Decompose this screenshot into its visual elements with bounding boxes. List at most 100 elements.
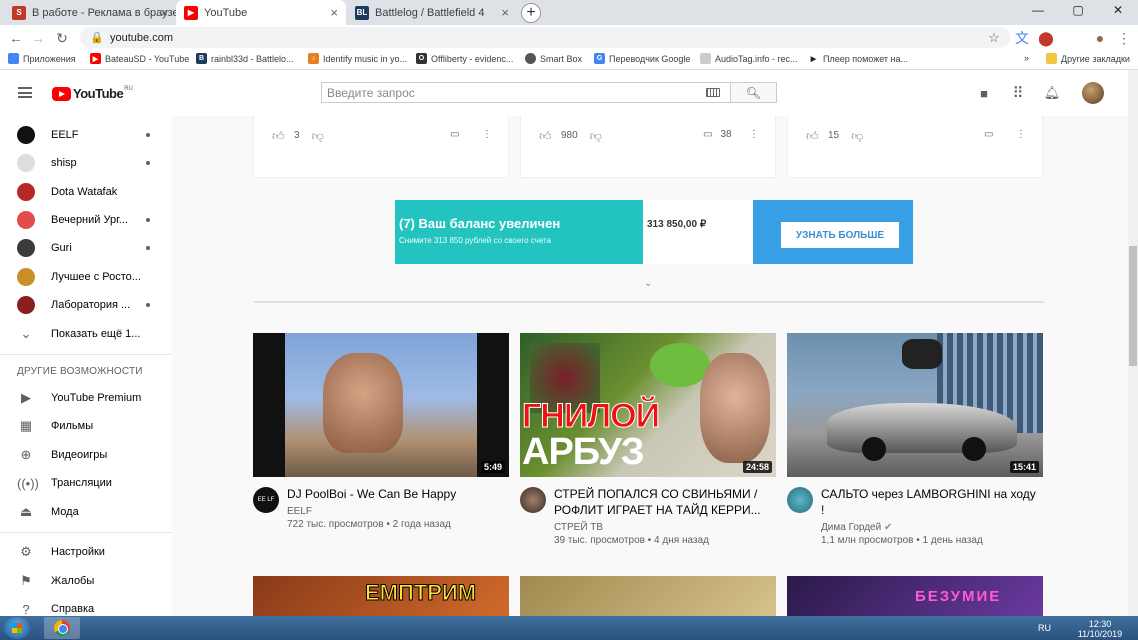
video-thumbnail[interactable]: 15:41: [787, 333, 1043, 477]
video-card[interactable]: 👍︎ 15 👎︎ ▭ ⋮: [787, 116, 1043, 178]
ad-banner[interactable]: (7) Ваш баланс увеличен Снимите 313 850 …: [395, 200, 913, 264]
url-input[interactable]: 🔒 youtube.com: [80, 27, 1010, 48]
scrollbar-thumb[interactable]: [1129, 246, 1137, 366]
sidebar-item-films[interactable]: ▦ Фильмы: [0, 412, 172, 440]
video-duration: 5:49: [480, 461, 505, 473]
page-scrollbar[interactable]: [1128, 70, 1138, 616]
sidebar-subscription[interactable]: EELF: [0, 121, 172, 149]
video-meta: 39 тыс. просмотров • 4 дня назад: [554, 535, 709, 546]
maximize-button[interactable]: ▢: [1058, 0, 1098, 20]
video-thumbnail[interactable]: [520, 576, 776, 616]
tab-favicon-icon: S: [12, 5, 26, 20]
bookmarks-overflow-button[interactable]: »: [1024, 53, 1029, 63]
menu-dots-icon[interactable]: ⋮: [1114, 28, 1134, 48]
video-thumbnail[interactable]: ЕМПТРИМ: [253, 576, 509, 616]
channel-avatar: [17, 268, 35, 286]
channel-avatar[interactable]: [787, 487, 813, 513]
hamburger-menu-icon[interactable]: [18, 87, 32, 98]
comment-icon[interactable]: ▭: [450, 129, 459, 140]
sidebar-subscription[interactable]: Лаборатория ...: [0, 291, 172, 319]
minimize-button[interactable]: —: [1018, 0, 1058, 20]
youtube-icon: ▶: [21, 390, 31, 405]
bookmark-item[interactable]: ▶ Плеер поможет на...: [808, 53, 908, 64]
star-icon[interactable]: ☆: [984, 28, 1004, 48]
video-thumbnail[interactable]: БЕЗУМИЕ: [787, 576, 1043, 616]
other-bookmarks[interactable]: Другие закладки: [1046, 53, 1130, 64]
bookmark-item[interactable]: O Offliberty - evidenc...: [416, 53, 513, 64]
taskbar-chrome[interactable]: [44, 617, 80, 639]
extension-icon[interactable]: ⬤: [1036, 28, 1056, 48]
chevron-down-icon[interactable]: ⌄: [644, 278, 652, 289]
bookmark-item[interactable]: G Переводчик Google: [594, 53, 690, 64]
video-title[interactable]: СТРЕЙ ПОПАЛСЯ СО СВИНЬЯМИ / РОФЛИТ ИГРАЕ…: [554, 486, 774, 518]
sidebar-item-fashion[interactable]: ⏏ Мода: [0, 498, 172, 526]
thumbs-down-icon[interactable]: 👎︎: [590, 129, 604, 143]
tab-battlelog[interactable]: BL Battlelog / Battlefield 4 ×: [347, 0, 517, 25]
ad-subline: Снимите 313 850 рублей со своего счета: [399, 236, 552, 245]
thumbs-down-icon[interactable]: 👎︎: [851, 129, 865, 143]
video-title[interactable]: DJ PoolBoi - We Can Be Happy: [287, 486, 507, 502]
thumbs-down-icon[interactable]: 👎︎: [312, 129, 326, 143]
show-more-button[interactable]: ⌄ Показать ещё 1...: [0, 320, 172, 348]
comment-icon[interactable]: ▭: [984, 129, 993, 140]
video-title[interactable]: САЛЬТО через LAMBORGHINI на ходу !: [821, 486, 1041, 518]
more-dots-icon[interactable]: ⋮: [1016, 129, 1026, 140]
bookmark-item[interactable]: ♪ Identify music in yo...: [308, 53, 407, 64]
video-thumbnail[interactable]: 5:49: [253, 333, 509, 477]
video-card[interactable]: 👍︎ 980 👎︎ ▭ 38 ⋮: [520, 116, 776, 178]
thumbs-up-icon[interactable]: 👍︎: [539, 129, 553, 143]
video-card[interactable]: 👍︎ 3 👎︎ ▭ ⋮: [253, 116, 509, 178]
bookmark-item[interactable]: ▶ BateauSD - YouTube: [90, 53, 189, 64]
forward-arrow-icon[interactable]: →: [28, 28, 48, 48]
sidebar-item-settings[interactable]: ⚙ Настройки: [0, 538, 172, 566]
bookmark-item[interactable]: Smart Box: [525, 53, 582, 64]
ad-learn-more-button[interactable]: УЗНАТЬ БОЛЬШЕ: [781, 222, 899, 248]
bookmark-item[interactable]: AudioTag.info - rec...: [700, 53, 798, 64]
thumbnail-text: АРБУЗ: [522, 431, 645, 473]
more-dots-icon[interactable]: ⋮: [482, 129, 492, 140]
keyboard-icon[interactable]: [706, 88, 720, 97]
search-button[interactable]: 🔍︎: [731, 82, 777, 103]
video-thumbnail[interactable]: ГНИЛОЙ АРБУЗ 24:58: [520, 333, 776, 477]
clock[interactable]: 12:30 11/10/2019: [1072, 619, 1128, 639]
apps-grid-icon[interactable]: ⠿: [1010, 85, 1026, 102]
window-close-button[interactable]: ✕: [1098, 0, 1138, 20]
profile-avatar[interactable]: ●: [1090, 28, 1110, 48]
sidebar-item-live[interactable]: ((•)) Трансляции: [0, 469, 172, 497]
bookmark-apps[interactable]: Приложения: [8, 53, 76, 64]
sidebar-subscription[interactable]: Dota Watafak: [0, 178, 172, 206]
search-input[interactable]: Введите запрос: [321, 82, 731, 103]
youtube-logo[interactable]: YouTube RU: [52, 86, 133, 101]
sidebar-subscription[interactable]: shisp: [0, 149, 172, 177]
back-arrow-icon[interactable]: ←: [6, 28, 26, 48]
bookmark-item[interactable]: Brainbl33d - Battlelo...: [196, 53, 294, 64]
sidebar-item-premium[interactable]: ▶ YouTube Premium: [0, 384, 172, 412]
thumbs-up-icon[interactable]: 👍︎: [272, 129, 286, 143]
sidebar-item-games[interactable]: ⊕ Видеоигры: [0, 441, 172, 469]
sidebar-item-reports[interactable]: ⚑ Жалобы: [0, 567, 172, 595]
reload-icon[interactable]: ↻: [52, 28, 72, 48]
close-icon[interactable]: ×: [501, 5, 509, 20]
thumbs-up-icon[interactable]: 👍︎: [806, 129, 820, 143]
close-icon[interactable]: ×: [160, 5, 168, 20]
sidebar-subscription[interactable]: Лучшее с Росто...: [0, 263, 172, 291]
close-icon[interactable]: ×: [330, 5, 338, 20]
bell-icon[interactable]: 🔔︎: [1044, 85, 1061, 101]
sidebar-subscription[interactable]: Guri: [0, 234, 172, 262]
user-avatar[interactable]: [1082, 82, 1104, 104]
new-tab-button[interactable]: +: [521, 3, 541, 23]
tab-youtube[interactable]: ▶ YouTube ×: [176, 0, 346, 25]
comments-count[interactable]: ▭ 38: [703, 129, 732, 140]
translate-icon[interactable]: 文: [1012, 28, 1032, 48]
sidebar-item-help[interactable]: ? Справка: [0, 595, 172, 617]
sidebar-subscription[interactable]: Вечерний Ург...: [0, 206, 172, 234]
language-indicator[interactable]: RU: [1038, 623, 1051, 633]
tab-work[interactable]: S В работе - Реклама в браузере ×: [4, 0, 176, 25]
create-video-icon[interactable]: ■: [976, 85, 992, 101]
more-dots-icon[interactable]: ⋮: [749, 129, 759, 140]
channel-avatar[interactable]: [520, 487, 546, 513]
start-button[interactable]: [4, 617, 30, 639]
thumbnail-text: БЕЗУМИЕ: [915, 588, 1002, 605]
channel-avatar[interactable]: EE LF: [253, 487, 279, 513]
streamer-face: [700, 353, 770, 463]
